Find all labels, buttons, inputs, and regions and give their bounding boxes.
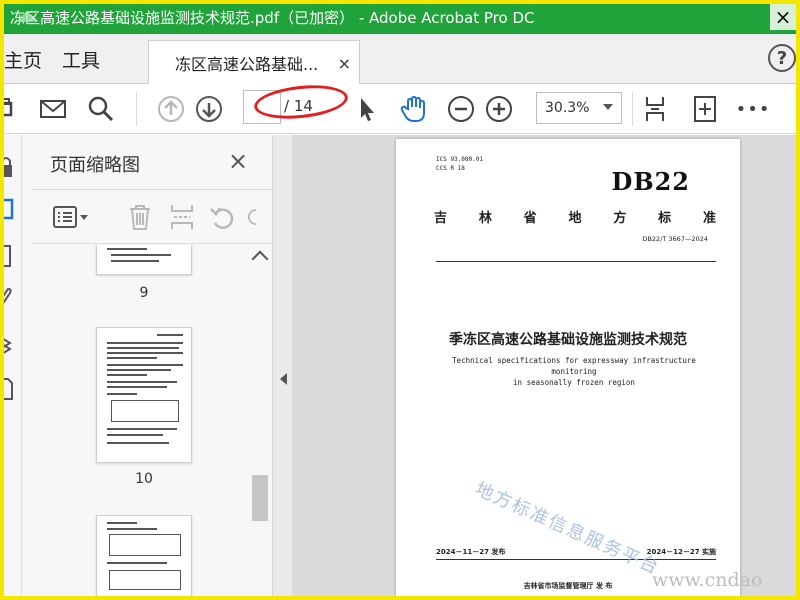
zoom-level-select[interactable]: 30.3% (536, 92, 622, 124)
menu-tools[interactable]: 工具 (62, 46, 100, 73)
page-thumbnails-panel: 页面缩略图 × 9 10 (22, 135, 272, 600)
panel-title: 页面缩略图 (50, 155, 140, 176)
ccs-line: CCS R 18 (436, 165, 465, 172)
layers-icon[interactable] (0, 331, 18, 357)
thumbnail-list: 9 10 (22, 245, 272, 600)
full-screen-icon[interactable] (690, 94, 720, 124)
document-icon[interactable] (0, 375, 18, 401)
insert-page-icon[interactable] (168, 202, 196, 232)
ics-line: ICS 93.080.01 (436, 156, 483, 163)
bookmark-icon[interactable] (0, 243, 18, 269)
release-date: 2024－11－27 发布 (436, 548, 506, 556)
print-icon[interactable] (0, 94, 24, 124)
page-thumbnail[interactable] (96, 245, 192, 275)
thumbnail-toolbar (32, 189, 272, 244)
title-en-line: in seasonally frozen region (513, 378, 635, 387)
document-view[interactable]: ICS 93.080.01 CCS R 18 DB22 吉 林 省 地 方 标 … (292, 135, 800, 600)
heading-char: 地 (568, 211, 582, 226)
toolbar-divider (136, 92, 137, 126)
zoom-level-value: 30.3% (545, 100, 590, 116)
toolbar-divider (632, 92, 633, 126)
window-title: 冻区高速公路基础设施监测技术规范.pdf（已加密） - Adobe Acroba… (10, 8, 535, 27)
logo-watermark: ◢◣ (16, 8, 38, 24)
select-cursor-icon[interactable] (352, 94, 382, 124)
page-thumbnail[interactable] (96, 515, 192, 600)
document-tab-label: 冻区高速公路基础... (175, 55, 319, 74)
help-button[interactable]: ? (768, 44, 796, 72)
thumbnail-scrollbar[interactable] (250, 245, 270, 600)
toolbar: ••• (0, 84, 800, 134)
zoom-in-icon[interactable] (484, 94, 514, 124)
hand-tool-icon[interactable] (398, 94, 428, 124)
thumbnail-page-label: 9 (139, 285, 149, 301)
panel-close-icon[interactable]: × (228, 147, 248, 175)
previous-page-icon[interactable] (156, 94, 186, 124)
email-icon[interactable] (38, 94, 68, 124)
scrollbar-thumb[interactable] (252, 475, 268, 521)
rotate-ccw-icon[interactable] (208, 202, 236, 232)
attachment-icon[interactable] (0, 285, 18, 311)
title-en-line: Technical specifications for expressway … (452, 356, 696, 376)
document-title-en: Technical specifications for expressway … (440, 355, 708, 388)
ics-code: ICS 93.080.01 CCS R 18 (436, 155, 483, 173)
page-thumbnail[interactable] (96, 327, 192, 463)
site-watermark: www.cndao (652, 569, 763, 591)
panel-splitter[interactable] (272, 135, 292, 600)
footer-rule (436, 559, 716, 560)
lock-icon[interactable] (0, 155, 18, 181)
zoom-out-icon[interactable] (446, 94, 476, 124)
chevron-down-icon (603, 104, 613, 110)
next-page-icon[interactable] (194, 94, 224, 124)
tab-close-icon[interactable]: × (338, 54, 351, 73)
options-menu-icon[interactable] (52, 202, 92, 232)
standard-header-code: DB22 (611, 167, 690, 196)
thumbnail-page-label: 10 (135, 471, 153, 487)
window-controls: × (770, 4, 796, 30)
rotate-cw-icon[interactable] (246, 202, 266, 232)
heading-char: 吉 (434, 211, 448, 226)
menu-home[interactable]: 主页 (4, 46, 42, 73)
document-tab[interactable]: 冻区高速公路基础... × (148, 40, 360, 85)
search-icon[interactable] (86, 94, 116, 124)
window-close-button[interactable]: × (770, 4, 796, 30)
province-standard-heading: 吉 林 省 地 方 标 准 (434, 207, 716, 226)
more-tools-icon[interactable]: ••• (736, 94, 770, 124)
document-title-cn: 季冻区高速公路基础设施监测技术规范 (449, 332, 687, 348)
collapse-panel-icon[interactable] (280, 373, 287, 385)
page-thumbnails-icon[interactable] (0, 197, 18, 223)
delete-page-icon[interactable] (126, 202, 154, 232)
heading-char: 林 (478, 211, 492, 226)
standard-number: DB22/T 3667—2024 (642, 235, 708, 243)
heading-char: 省 (523, 211, 537, 226)
heading-char: 方 (613, 211, 627, 226)
navigation-rail (0, 135, 22, 600)
heading-char: 标 (658, 211, 672, 226)
fit-page-icon[interactable] (640, 94, 670, 124)
heading-char: 准 (702, 211, 716, 226)
header-rule (436, 261, 716, 262)
scroll-up-icon[interactable] (251, 250, 269, 268)
title-bar: 冻区高速公路基础设施监测技术规范.pdf（已加密） - Adobe Acroba… (0, 0, 800, 34)
tab-row: 主页 工具 冻区高速公路基础... × ? (0, 34, 800, 85)
